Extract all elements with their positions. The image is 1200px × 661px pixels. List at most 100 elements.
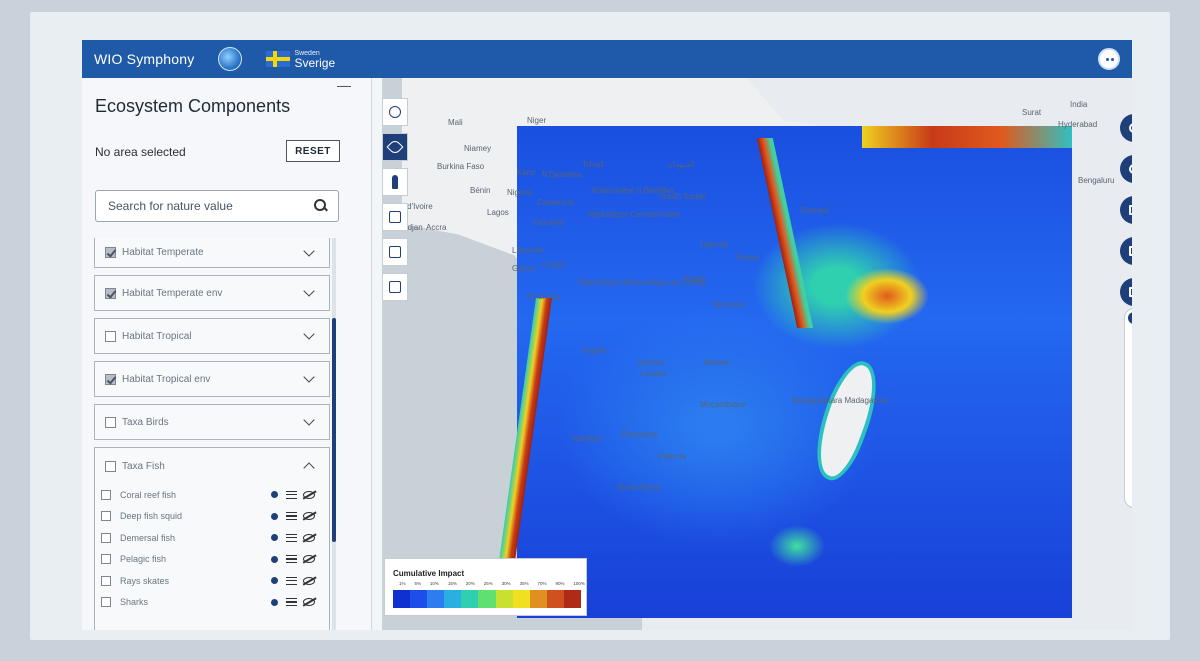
legend-icon[interactable] <box>286 576 297 585</box>
eye-off-icon[interactable] <box>303 576 315 585</box>
category-checkbox[interactable] <box>105 247 116 258</box>
item-checkbox[interactable] <box>101 511 111 522</box>
list-item[interactable]: Demersal fish <box>95 527 329 549</box>
item-checkbox[interactable] <box>101 575 111 586</box>
info-icon[interactable] <box>271 598 278 606</box>
legend-tick: 35% <box>519 581 529 586</box>
map-label: Namibia <box>572 434 602 443</box>
map-label: Burkina Faso <box>437 162 485 171</box>
search-input[interactable]: Search for nature value <box>95 190 339 222</box>
tool-table[interactable] <box>382 273 408 301</box>
list-item[interactable]: Deep fish squid <box>95 506 329 528</box>
legend-icon[interactable] <box>286 490 297 499</box>
chevron-down-icon[interactable] <box>303 328 315 340</box>
chevron-down-icon[interactable] <box>303 414 315 426</box>
item-label: Demersal fish <box>120 532 176 543</box>
category-habitat-tropical[interactable]: Habitat Tropical <box>94 318 330 354</box>
zoom-out-button[interactable] <box>1120 155 1132 183</box>
map-label: Gabon <box>512 264 537 273</box>
info-icon[interactable] <box>271 555 278 563</box>
category-checkbox[interactable] <box>105 330 116 342</box>
map-label: India <box>1070 100 1088 109</box>
chevron-up-icon[interactable] <box>303 462 315 474</box>
tool-globe[interactable] <box>382 98 408 126</box>
list-item[interactable]: Pelagic fish <box>95 549 329 571</box>
country-selector[interactable]: Sweden Sverige <box>266 50 335 69</box>
tool-ecosystem[interactable] <box>382 133 408 161</box>
legend-icon[interactable] <box>286 598 297 607</box>
map-label: Niamey <box>464 144 492 153</box>
map-label: Kano <box>517 168 536 177</box>
search-icon[interactable] <box>314 199 328 213</box>
legend-tick: 10% <box>429 581 439 586</box>
category-taxa-birds[interactable]: Taxa Birds <box>94 404 330 440</box>
item-checkbox[interactable] <box>101 597 111 608</box>
list-item[interactable]: Sharks <box>95 592 329 614</box>
eye-off-icon[interactable] <box>303 512 315 521</box>
category-header[interactable]: Taxa Fish <box>95 448 329 484</box>
map-label: Nigeria <box>507 188 533 197</box>
list-item[interactable]: Coral reef fish <box>95 484 329 506</box>
category-habitat-tropical-env[interactable]: Habitat Tropical env <box>94 361 330 397</box>
eye-off-icon[interactable] <box>303 555 315 564</box>
item-label: Sharks <box>120 597 149 608</box>
layers-button[interactable] <box>1120 196 1132 224</box>
category-checkbox[interactable] <box>105 287 116 299</box>
info-icon[interactable] <box>271 577 278 585</box>
item-checkbox[interactable] <box>101 554 111 565</box>
item-label: Rays skates <box>120 575 170 586</box>
sweden-flag-icon <box>266 51 291 67</box>
legend-tick: 70% <box>537 581 547 586</box>
select-area-button[interactable] <box>1120 237 1132 265</box>
eye-off-icon[interactable] <box>303 490 315 499</box>
tool-pressures[interactable] <box>382 168 408 196</box>
list-item[interactable]: Rays skates <box>95 570 329 592</box>
chevron-down-icon[interactable] <box>303 371 315 383</box>
collapse-handle[interactable] <box>337 86 351 87</box>
item-label: Deep fish squid <box>120 511 183 522</box>
category-label: Taxa Birds <box>122 416 169 428</box>
legend-swatch <box>495 590 513 608</box>
zoom-slider[interactable] <box>1124 308 1132 508</box>
map-label: Yaoundé <box>532 218 564 227</box>
scrollbar-thumb[interactable] <box>332 318 336 542</box>
reset-button[interactable]: RESET <box>286 140 340 162</box>
map-label: السودان <box>667 160 695 169</box>
info-icon[interactable] <box>271 534 278 542</box>
chevron-down-icon[interactable] <box>303 285 315 297</box>
category-checkbox[interactable] <box>105 460 116 472</box>
info-icon[interactable] <box>271 491 278 499</box>
legend-icon[interactable] <box>286 555 297 564</box>
legend-swatch <box>461 590 479 608</box>
map-view[interactable]: Mali Niger Niamey Burkina Faso Kano N'Dj… <box>382 78 1132 630</box>
category-habitat-temperate[interactable]: Habitat Temperate <box>94 238 330 268</box>
legend-ticks: 1% 5% 10% 15% 20% 25% 30% 35% 70% 90% 10… <box>399 581 585 586</box>
category-checkbox[interactable] <box>105 373 116 385</box>
legend-icon[interactable] <box>286 533 297 542</box>
category-habitat-temperate-env[interactable]: Habitat Temperate env <box>94 275 330 311</box>
legend-swatch <box>512 590 530 608</box>
chevron-down-icon[interactable] <box>303 244 315 257</box>
map-label: Bengaluru <box>1078 176 1115 185</box>
globe-icon <box>389 106 401 118</box>
zoom-out-icon <box>1129 164 1132 174</box>
tool-report[interactable] <box>382 238 408 266</box>
zoom-in-button[interactable] <box>1120 114 1132 142</box>
user-avatar-icon[interactable] <box>1098 48 1120 70</box>
category-label: Habitat Temperate env <box>122 287 223 299</box>
map-label: Kinshasa <box>527 292 560 301</box>
item-checkbox[interactable] <box>101 489 111 500</box>
item-label: Pelagic fish <box>120 554 167 565</box>
chart-button[interactable] <box>1120 278 1132 306</box>
tool-calculate[interactable] <box>382 203 408 231</box>
map-label: Kenya <box>736 253 759 262</box>
map-label: Hyderabad <box>1058 120 1098 129</box>
category-checkbox[interactable] <box>105 416 116 428</box>
eye-off-icon[interactable] <box>303 533 315 542</box>
category-label: Habitat Tropical env <box>122 373 211 385</box>
info-icon[interactable] <box>271 512 278 520</box>
country-label-local: Sverige <box>294 55 336 70</box>
legend-icon[interactable] <box>286 512 297 521</box>
item-checkbox[interactable] <box>101 532 111 543</box>
eye-off-icon[interactable] <box>303 598 315 607</box>
